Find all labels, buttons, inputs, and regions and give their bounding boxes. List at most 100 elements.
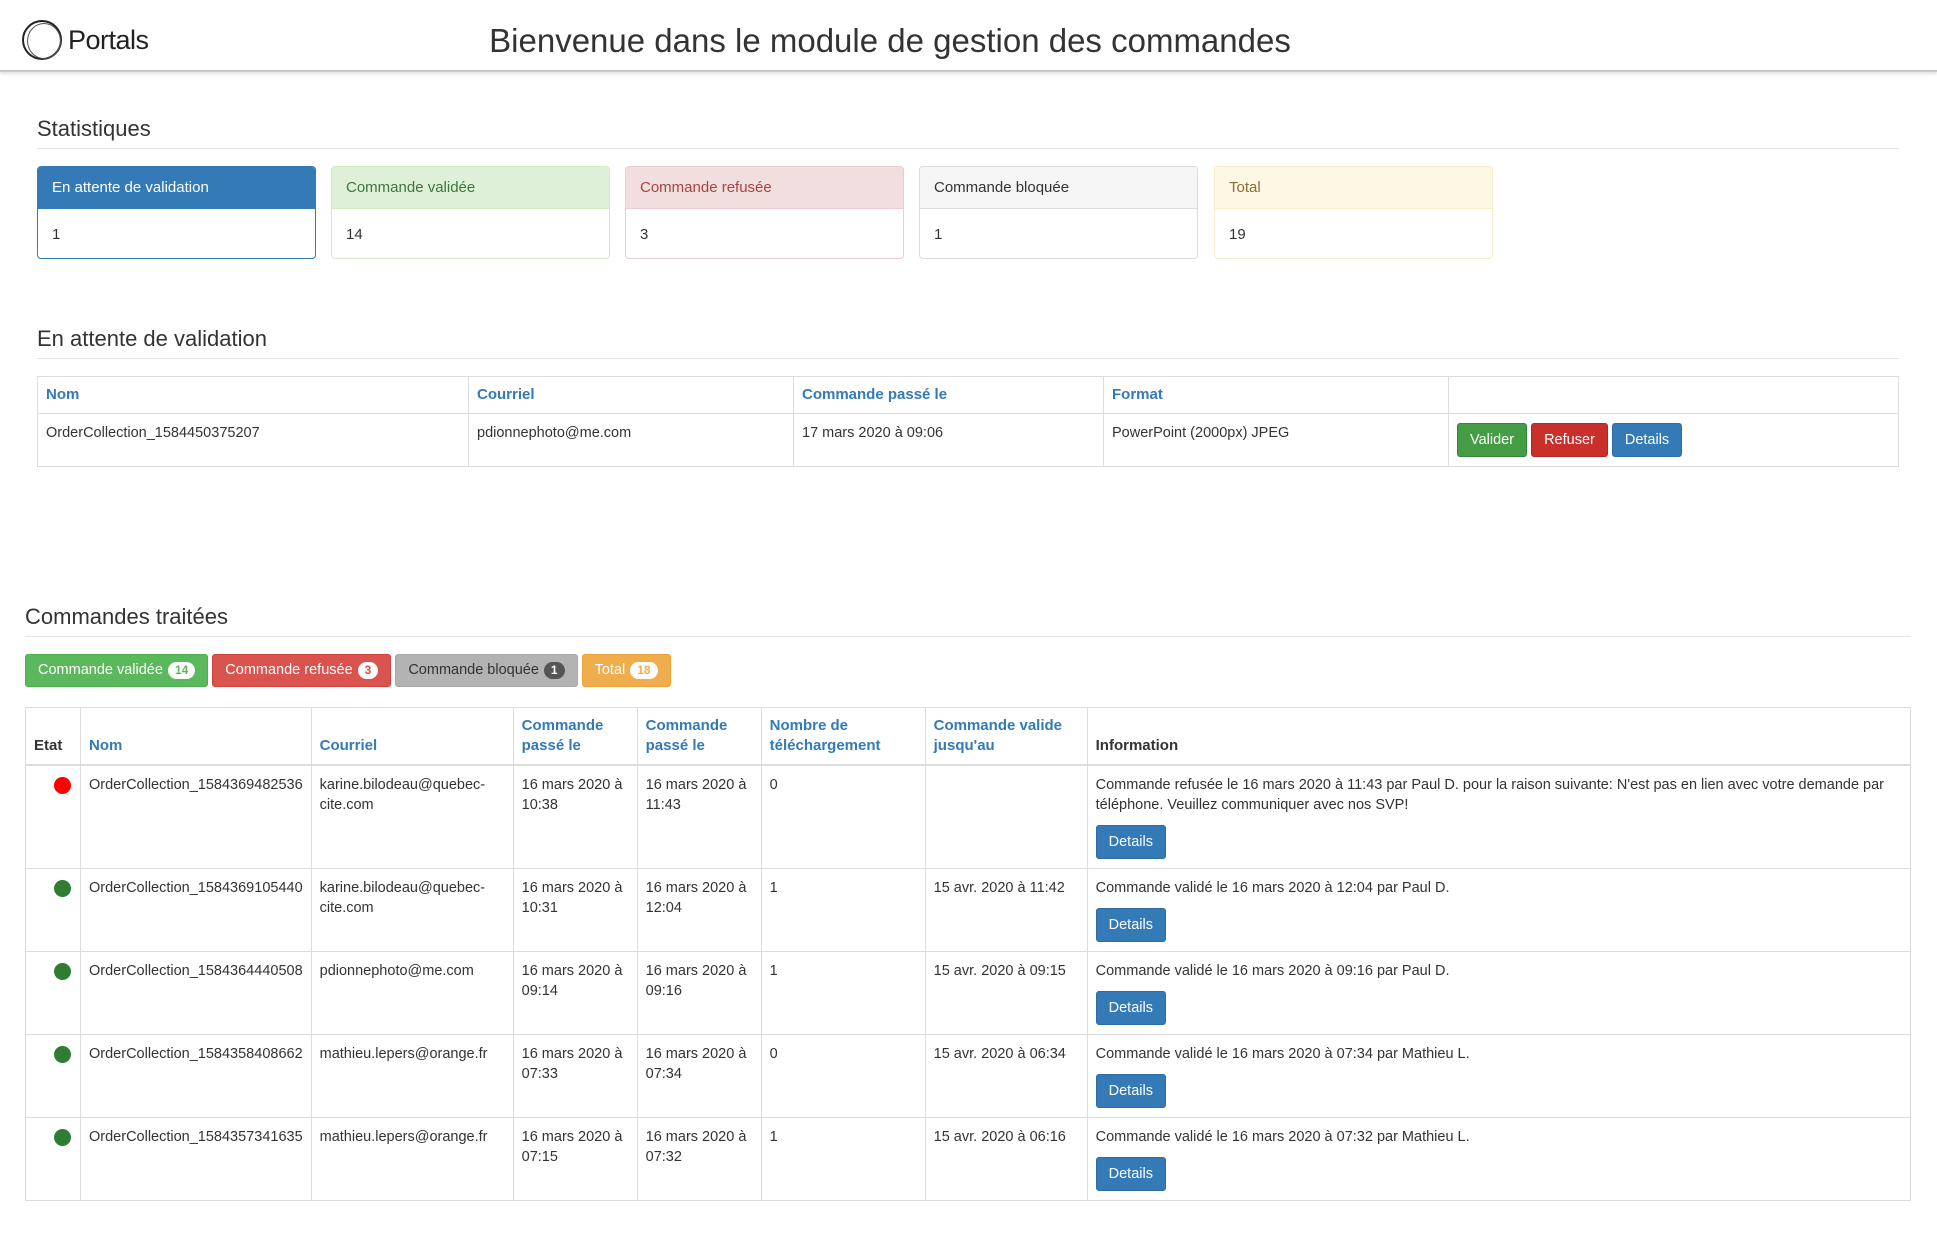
cell-passe2: 16 mars 2020 à 07:34 [636,1034,762,1118]
filter-label: Commande bloquée [408,662,539,678]
filter-blocked-button[interactable]: Commande bloquée 1 [395,654,578,687]
processed-table: Etat Nom Courriel Commande passé le Comm… [25,707,1912,1201]
cell-information: Commande validé le 16 mars 2020 à 09:16 … [1086,951,1912,1035]
cell-information: Commande validé le 16 mars 2020 à 07:32 … [1086,1117,1912,1201]
col-courriel[interactable]: Courriel [310,707,514,766]
cell-passe1: 16 mars 2020 à 10:31 [512,868,638,952]
status-dot-icon [54,777,71,794]
cell-nom: OrderCollection_1584364440508 [80,951,312,1035]
cell-nom: OrderCollection_1584369482536 [80,764,312,869]
col-passe2[interactable]: Commande passé le [636,707,762,766]
stat-panel-value: 3 [640,226,649,243]
table-row: OrderCollection_1584450375207 pdionnepho… [37,413,1899,467]
table-row: OrderCollection_1584369482536 karine.bil… [25,764,1912,869]
col-date[interactable]: Commande passé le [793,376,1104,414]
col-actions [1448,376,1899,414]
filter-total-button[interactable]: Total 18 [581,654,671,687]
cell-telechargement: 1 [760,951,926,1035]
stat-panel-validated: Commande validée 14 [331,166,610,259]
details-button[interactable]: Details [1095,1157,1166,1191]
details-button[interactable]: Details [1095,1074,1166,1108]
pending-table: Nom Courriel Commande passé le Format Or… [37,376,1899,467]
cell-courriel: karine.bilodeau@quebec-cite.com [310,868,514,952]
status-dot-icon [54,1129,71,1146]
cell-etat [25,764,81,869]
col-nom[interactable]: Nom [80,707,312,766]
details-button[interactable]: Details [1095,991,1166,1025]
cell-valide: 15 avr. 2020 à 06:34 [924,1034,1088,1118]
col-format[interactable]: Format [1103,376,1449,414]
col-information: Information [1086,707,1912,766]
cell-information: Commande validé le 16 mars 2020 à 12:04 … [1086,868,1912,952]
cell-passe1: 16 mars 2020 à 10:38 [512,764,638,869]
col-valide[interactable]: Commande valide jusqu'au [924,707,1088,766]
cell-etat [25,1034,81,1118]
cell-information: Commande refusée le 16 mars 2020 à 11:43… [1086,764,1912,869]
cell-nom: OrderCollection_1584358408662 [80,1034,312,1118]
col-courriel[interactable]: Courriel [468,376,794,414]
col-nom[interactable]: Nom [37,376,469,414]
stat-panel-total: Total 19 [1214,166,1493,259]
details-button[interactable]: Details [1095,908,1166,942]
col-telechargement[interactable]: Nombre de téléchargement [760,707,926,766]
cell-nom: OrderCollection_1584450375207 [37,413,469,467]
stat-panel-value: 1 [52,226,61,243]
filter-count-badge: 1 [543,662,565,679]
cell-courriel: mathieu.lepers@orange.fr [310,1034,514,1118]
cell-etat [25,868,81,952]
processed-section-title: Commandes traitées [25,604,1911,637]
top-navbar: Portals Bienvenue dans le module de gest… [0,0,1937,72]
information-text: Commande validé le 16 mars 2020 à 09:16 … [1095,963,1450,979]
filter-label: Commande validée [38,662,163,678]
information-text: Commande validé le 16 mars 2020 à 07:34 … [1095,1046,1470,1062]
cell-telechargement: 1 [760,868,926,952]
cell-telechargement: 1 [760,1117,926,1201]
filter-validated-button[interactable]: Commande validée 14 [25,654,209,687]
cell-information: Commande validé le 16 mars 2020 à 07:34 … [1086,1034,1912,1118]
cell-telechargement: 0 [760,1034,926,1118]
stat-panel-value: 19 [1229,226,1246,243]
refuse-button[interactable]: Refuser [1531,423,1608,457]
cell-format: PowerPoint (2000px) JPEG [1103,413,1449,467]
stat-panel-label: Commande validée [332,167,609,209]
col-passe1[interactable]: Commande passé le [512,707,638,766]
status-dot-icon [54,1046,71,1063]
cell-etat [25,951,81,1035]
status-dot-icon [54,880,71,897]
stat-panel-value: 1 [934,226,943,243]
information-text: Commande refusée le 16 mars 2020 à 11:43… [1095,777,1885,813]
stat-panel-value: 14 [346,226,363,243]
cell-valide: 15 avr. 2020 à 11:42 [924,868,1088,952]
cell-courriel: pdionnephoto@me.com [468,413,794,467]
table-row: OrderCollection_1584369105440 karine.bil… [25,868,1912,952]
cell-valide [924,764,1088,869]
stats-section-title: Statistiques [37,116,1899,149]
cell-courriel: pdionnephoto@me.com [310,951,514,1035]
validate-button[interactable]: Valider [1457,423,1528,457]
cell-etat [25,1117,81,1201]
information-text: Commande validé le 16 mars 2020 à 07:32 … [1095,1129,1470,1145]
stat-panel-blocked: Commande bloquée 1 [919,166,1198,259]
stat-panel-label: Commande refusée [626,167,903,209]
cell-passe2: 16 mars 2020 à 07:32 [636,1117,762,1201]
cell-passe1: 16 mars 2020 à 07:33 [512,1034,638,1118]
status-filter-group: Commande validée 14 Commande refusée 3 C… [25,654,671,687]
pending-section-title: En attente de validation [37,326,1899,359]
cell-passe1: 16 mars 2020 à 09:14 [512,951,638,1035]
details-button[interactable]: Details [1611,423,1683,457]
filter-count-badge: 3 [357,662,379,679]
information-text: Commande validé le 16 mars 2020 à 12:04 … [1095,880,1450,896]
cell-telechargement: 0 [760,764,926,869]
cell-passe1: 16 mars 2020 à 07:15 [512,1117,638,1201]
details-button[interactable]: Details [1095,825,1166,859]
filter-label: Total [594,662,626,678]
cell-date: 17 mars 2020 à 09:06 [793,413,1104,467]
filter-refused-button[interactable]: Commande refusée 3 [212,654,392,687]
table-row: OrderCollection_1584357341635 mathieu.le… [25,1117,1912,1201]
stat-panel-label: Commande bloquée [920,167,1197,209]
page-title: Bienvenue dans le module de gestion des … [489,22,1291,59]
filter-label: Commande refusée [225,662,353,678]
filter-count-badge: 14 [167,662,196,679]
cell-passe2: 16 mars 2020 à 11:43 [636,764,762,869]
cell-valide: 15 avr. 2020 à 09:15 [924,951,1088,1035]
